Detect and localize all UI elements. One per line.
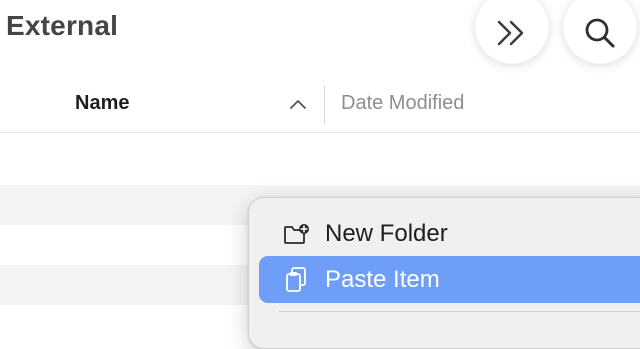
chevron-up-icon[interactable]: [289, 98, 307, 110]
folder-plus-icon: [281, 219, 311, 249]
clipboard-icon: [281, 265, 311, 295]
page-title: External: [6, 10, 119, 41]
column-header-name[interactable]: Name: [75, 92, 129, 115]
menu-separator: [279, 311, 640, 312]
column-divider[interactable]: [324, 86, 325, 124]
column-header-date-modified[interactable]: Date Modified: [341, 92, 464, 115]
search-button[interactable]: [563, 0, 637, 64]
double-chevron-right-icon: [497, 20, 524, 46]
search-icon: [585, 18, 615, 48]
context-menu: New Folder Paste Item: [248, 197, 640, 349]
menu-item-paste-item[interactable]: Paste Item: [259, 256, 640, 303]
menu-item-label: New Folder: [325, 219, 448, 247]
forward-button[interactable]: [475, 0, 549, 64]
column-header-bar: Name Date Modified: [0, 80, 640, 133]
list-row[interactable]: [0, 145, 640, 185]
menu-item-label: Paste Item: [325, 265, 440, 293]
menu-item-new-folder[interactable]: New Folder: [259, 210, 640, 257]
